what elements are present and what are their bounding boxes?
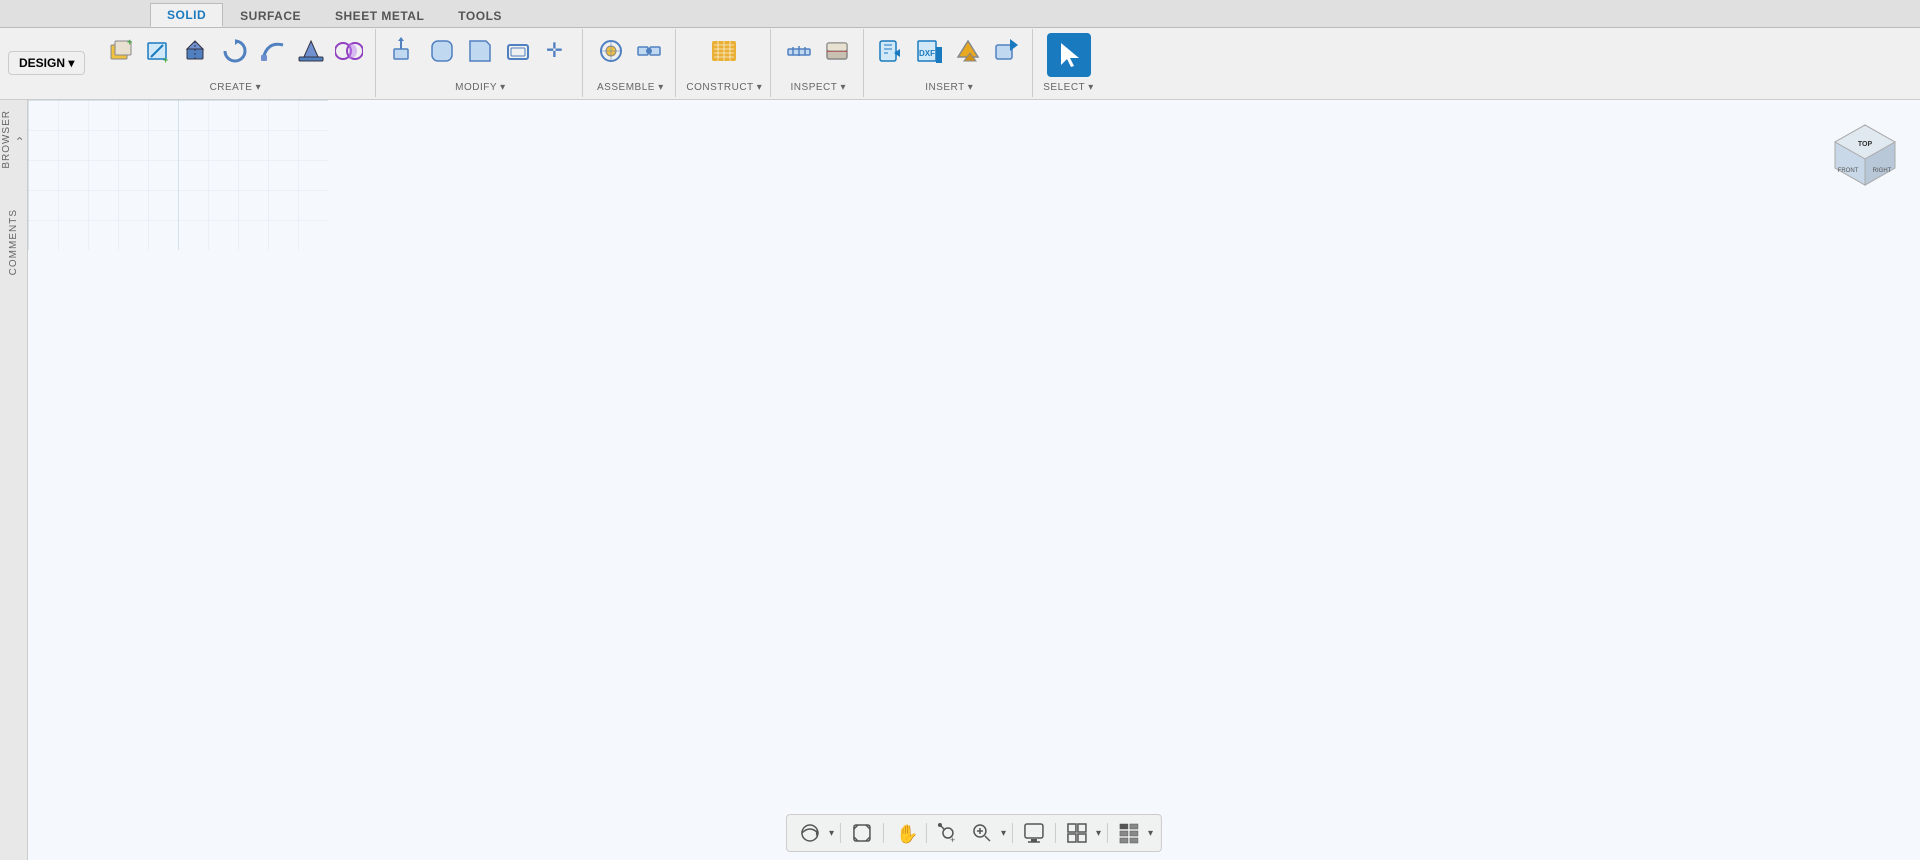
svg-text:+: + bbox=[950, 835, 955, 844]
divider-3 bbox=[926, 823, 927, 843]
grid-dropdown[interactable]: ▾ bbox=[1096, 828, 1101, 839]
modify-group: ✛ MODIFY ▾ bbox=[378, 29, 583, 97]
divider-2 bbox=[883, 823, 884, 843]
toolbar: SOLID SURFACE SHEET METAL TOOLS DESIGN ▾… bbox=[0, 0, 1920, 100]
divider-1 bbox=[840, 823, 841, 843]
svg-text:✛: ✛ bbox=[546, 40, 563, 62]
assemble-icons bbox=[593, 33, 667, 69]
pan-button[interactable]: ✋ bbox=[890, 819, 920, 847]
inspect-icons bbox=[781, 33, 855, 69]
view-layout-button[interactable] bbox=[1114, 819, 1144, 847]
zoom-button[interactable] bbox=[967, 819, 997, 847]
tab-solid[interactable]: SOLID bbox=[150, 3, 223, 27]
orbit-dropdown[interactable]: ▾ bbox=[829, 828, 834, 839]
new-component-icon[interactable] bbox=[593, 33, 629, 69]
inspect-group: INSPECT ▾ bbox=[773, 29, 864, 97]
insert-dxf-icon[interactable]: DXF bbox=[912, 33, 948, 69]
insert-derive-icon[interactable] bbox=[874, 33, 910, 69]
svg-text:✋: ✋ bbox=[896, 823, 916, 844]
display-mode-button[interactable] bbox=[1019, 819, 1049, 847]
svg-text:RIGHT: RIGHT bbox=[1873, 168, 1892, 174]
extrude-icon[interactable] bbox=[179, 33, 215, 69]
bottom-toolbar: ▾ ✋ + bbox=[786, 814, 1162, 852]
select-label: SELECT ▾ bbox=[1043, 82, 1094, 93]
create-group: + + bbox=[95, 29, 376, 97]
design-button[interactable]: DESIGN ▾ bbox=[8, 51, 85, 75]
insert-group: DXF INSERT ▾ bbox=[866, 29, 1033, 97]
construct-label: CONSTRUCT ▾ bbox=[686, 82, 762, 93]
insert-label: INSERT ▾ bbox=[925, 82, 973, 93]
inspect-label: INSPECT ▾ bbox=[791, 82, 846, 93]
create-icons: + + bbox=[103, 33, 367, 69]
svg-text:+: + bbox=[127, 37, 132, 47]
revolve-icon[interactable] bbox=[217, 33, 253, 69]
construct-icons bbox=[706, 33, 742, 69]
new-body-icon[interactable]: + bbox=[103, 33, 139, 69]
insert-decal-icon[interactable] bbox=[988, 33, 1024, 69]
tab-surface[interactable]: SURFACE bbox=[223, 4, 318, 27]
move-icon[interactable]: ✛ bbox=[538, 33, 574, 69]
orbit-button[interactable] bbox=[795, 819, 825, 847]
svg-text:FRONT: FRONT bbox=[1838, 168, 1859, 174]
sweep-icon[interactable] bbox=[255, 33, 291, 69]
tab-bar: SOLID SURFACE SHEET METAL TOOLS bbox=[0, 0, 1920, 28]
press-pull-icon[interactable] bbox=[386, 33, 422, 69]
more-create-icon[interactable] bbox=[331, 33, 367, 69]
assemble-group: ASSEMBLE ▾ bbox=[585, 29, 676, 97]
insert-mesh-icon[interactable] bbox=[950, 33, 986, 69]
grid-background bbox=[28, 100, 328, 250]
svg-text:+: + bbox=[163, 55, 168, 65]
divider-5 bbox=[1055, 823, 1056, 843]
modify-icons: ✛ bbox=[386, 33, 574, 69]
svg-text:DXF: DXF bbox=[919, 49, 935, 58]
grid-button[interactable] bbox=[1062, 819, 1092, 847]
create-label: CREATE ▾ bbox=[210, 82, 262, 93]
fit-button[interactable] bbox=[847, 819, 877, 847]
shell-icon[interactable] bbox=[500, 33, 536, 69]
zoom-dropdown[interactable]: ▾ bbox=[1001, 828, 1006, 839]
construct-group: CONSTRUCT ▾ bbox=[678, 29, 771, 97]
svg-text:TOP: TOP bbox=[1858, 141, 1873, 148]
select-icons bbox=[1047, 33, 1091, 77]
sketch-icon[interactable]: + bbox=[141, 33, 177, 69]
section-analysis-icon[interactable] bbox=[819, 33, 855, 69]
divider-4 bbox=[1012, 823, 1013, 843]
measure-icon[interactable] bbox=[781, 33, 817, 69]
modify-label: MODIFY ▾ bbox=[455, 82, 506, 93]
fillet-icon[interactable] bbox=[424, 33, 460, 69]
select-group: SELECT ▾ bbox=[1035, 29, 1102, 97]
navigation-cube[interactable]: TOP FRONT RIGHT bbox=[1830, 120, 1900, 190]
tab-tools[interactable]: TOOLS bbox=[441, 4, 519, 27]
joint-icon[interactable] bbox=[631, 33, 667, 69]
sidebar-comments[interactable]: COMMENTS bbox=[8, 209, 19, 275]
view-layout-dropdown[interactable]: ▾ bbox=[1148, 828, 1153, 839]
assemble-label: ASSEMBLE ▾ bbox=[597, 82, 664, 93]
insert-icons: DXF bbox=[874, 33, 1024, 69]
loft-icon[interactable] bbox=[293, 33, 329, 69]
viewport: TOP FRONT RIGHT ▾ bbox=[28, 100, 1920, 860]
look-at-button[interactable]: + bbox=[933, 819, 963, 847]
select-icon[interactable] bbox=[1047, 33, 1091, 77]
tool-bar: DESIGN ▾ + + bbox=[0, 28, 1920, 99]
construct-plane-icon[interactable] bbox=[706, 33, 742, 69]
sidebar-browser[interactable]: BROWSER › bbox=[1, 110, 26, 169]
left-sidebar: BROWSER › COMMENTS bbox=[0, 100, 28, 860]
tab-sheet-metal[interactable]: SHEET METAL bbox=[318, 4, 441, 27]
divider-6 bbox=[1107, 823, 1108, 843]
chamfer-icon[interactable] bbox=[462, 33, 498, 69]
